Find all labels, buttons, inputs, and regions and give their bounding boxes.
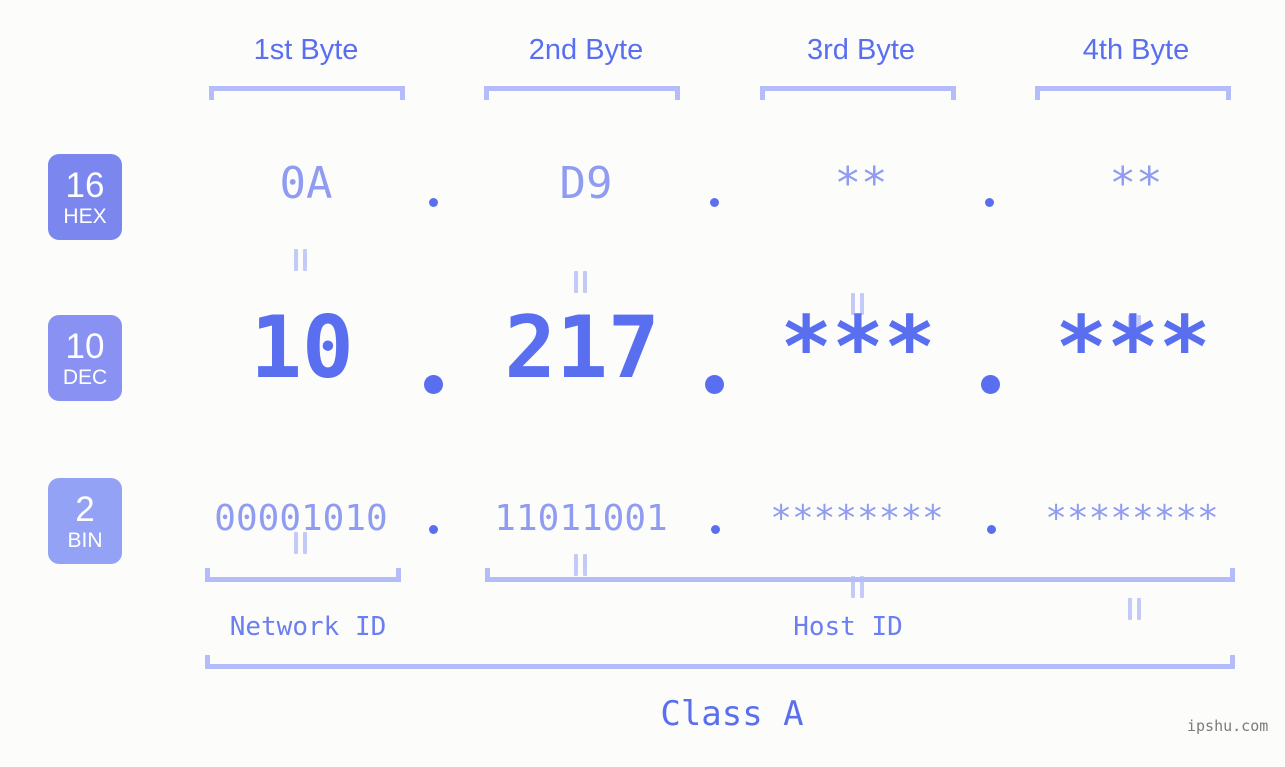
hex-value-byte-1: 0A	[279, 158, 333, 209]
byte-header-2: 2nd Byte	[528, 34, 644, 66]
dec-value-byte-2: 217	[504, 298, 660, 398]
byte-header-4: 4th Byte	[1082, 34, 1190, 66]
dec-separator-2	[705, 375, 724, 394]
ip-breakdown-diagram: 1st Byte 2nd Byte 3rd Byte 4th Byte 16 H…	[0, 0, 1285, 767]
dec-value-byte-1: 10	[250, 298, 354, 398]
byte-header-3: 3rd Byte	[807, 34, 915, 66]
base-badge-hex-label: HEX	[63, 204, 107, 228]
bracket-top-byte-2	[484, 86, 680, 100]
base-badge-bin-number: 2	[75, 489, 95, 529]
bin-separator-1	[429, 525, 438, 534]
hex-value-byte-3: **	[834, 158, 888, 209]
base-badge-dec-label: DEC	[62, 365, 108, 389]
dec-separator-1	[424, 375, 443, 394]
class-label: Class A	[660, 694, 804, 734]
hex-value-byte-2: D9	[559, 158, 613, 209]
equals-mark-dec-bin-4	[1128, 598, 1142, 620]
dec-separator-3	[981, 375, 1000, 394]
dec-value-byte-3: ***	[780, 298, 936, 398]
bracket-top-byte-4	[1035, 86, 1231, 100]
bin-separator-3	[987, 525, 996, 534]
bin-value-byte-2: 11011001	[494, 498, 668, 539]
bracket-network-id	[205, 568, 401, 582]
base-badge-dec-number: 10	[65, 326, 105, 366]
hex-separator-1	[429, 198, 438, 207]
bracket-class	[205, 655, 1235, 669]
equals-mark-hex-dec-1	[294, 249, 308, 271]
bin-value-byte-1: 00001010	[214, 498, 388, 539]
equals-mark-hex-dec-2	[574, 271, 588, 293]
bin-value-byte-3: ********	[770, 498, 944, 539]
base-badge-hex-number: 16	[65, 165, 105, 205]
bracket-host-id	[485, 568, 1235, 582]
bin-separator-2	[711, 525, 720, 534]
byte-header-1: 1st Byte	[253, 34, 359, 66]
hex-value-byte-4: **	[1109, 158, 1163, 209]
bin-value-byte-4: ********	[1045, 498, 1219, 539]
base-badge-bin-label: BIN	[67, 528, 103, 552]
base-badge-bin: 2 BIN	[48, 478, 122, 564]
base-badge-hex: 16 HEX	[48, 154, 122, 240]
network-id-label: Network ID	[229, 612, 387, 642]
bracket-top-byte-3	[760, 86, 956, 100]
host-id-label: Host ID	[793, 612, 903, 642]
dec-value-byte-4: ***	[1055, 298, 1211, 398]
bracket-top-byte-1	[209, 86, 405, 100]
watermark: ipshu.com	[1187, 717, 1269, 735]
hex-separator-3	[985, 198, 994, 207]
hex-separator-2	[710, 198, 719, 207]
base-badge-dec: 10 DEC	[48, 315, 122, 401]
